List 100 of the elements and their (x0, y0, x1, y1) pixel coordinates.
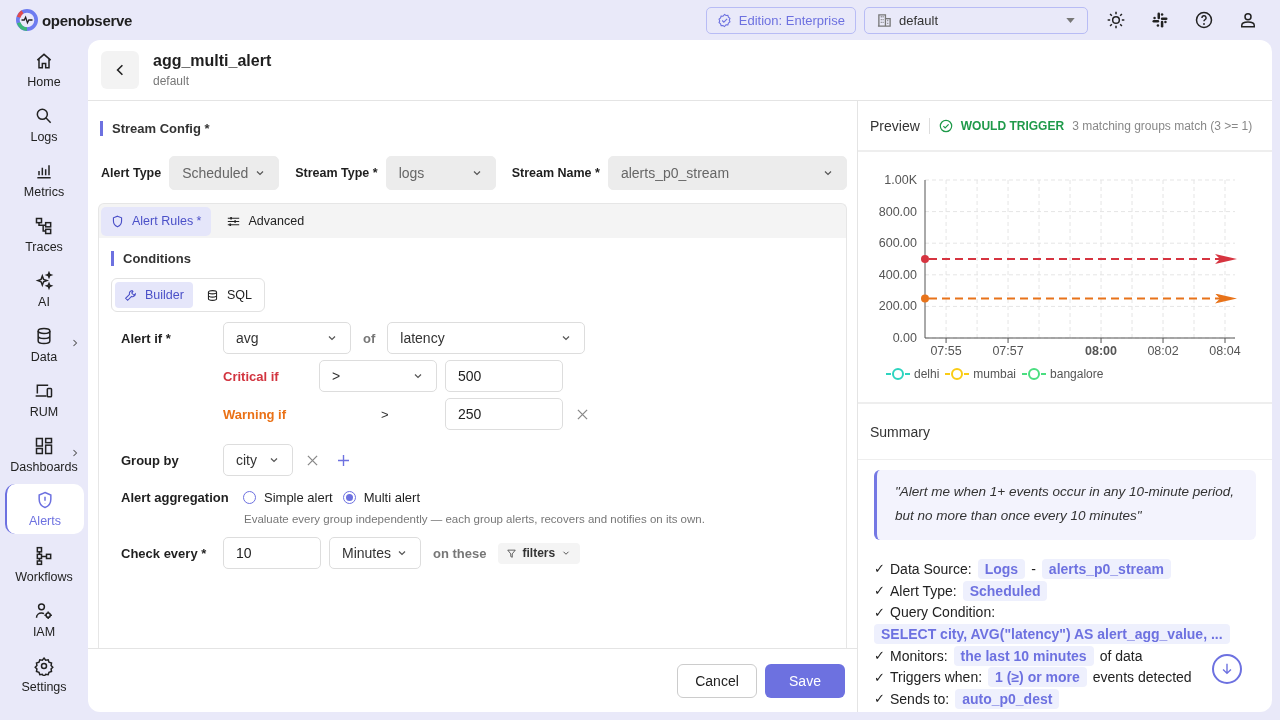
summary-text: Alert Type: (890, 582, 957, 599)
hash-grid-icon[interactable] (1150, 10, 1170, 30)
wrench-icon (124, 288, 137, 302)
threshold-start-marker (921, 255, 929, 263)
edition-badge[interactable]: Edition: Enterprise (705, 6, 856, 34)
sidebar-item[interactable]: Alerts (4, 484, 84, 534)
close-icon[interactable] (577, 408, 588, 420)
axis-tick-label: 800.00 (878, 204, 917, 219)
filter-icon (507, 548, 517, 558)
field-label: Alert if * (121, 330, 171, 346)
check-mark: ✓ (874, 583, 884, 599)
select-field[interactable]: avg (223, 322, 351, 354)
connector-text: of (362, 330, 377, 346)
save-button[interactable]: Save (765, 663, 845, 698)
operator-select[interactable]: > (319, 360, 437, 392)
summary-chip: 1 (≥) or more (988, 667, 1087, 688)
user-gear-icon (34, 600, 54, 621)
summary-chip: Scheduled (962, 580, 1048, 601)
organization-select[interactable]: default (864, 6, 1088, 34)
threshold-input[interactable]: 250 (445, 398, 563, 430)
panel-title: Preview (870, 117, 920, 134)
operator-text: > (380, 406, 390, 422)
unit-select[interactable]: Minutes (329, 537, 421, 569)
sidebar-item[interactable]: Logs (4, 97, 84, 152)
chevron-left-icon (116, 64, 124, 76)
database-icon (205, 288, 219, 302)
legend-label[interactable]: mumbai (973, 367, 1017, 381)
select-field[interactable]: city (223, 444, 293, 476)
settings-icon (34, 655, 54, 676)
summary-text: Query Condition: (890, 604, 996, 621)
cancel-button[interactable]: Cancel (677, 663, 757, 698)
sidebar-item[interactable]: Home (4, 42, 84, 97)
legend-label[interactable]: delhi (914, 367, 940, 381)
field-label: Alert aggregation (121, 490, 229, 505)
sidebar-item[interactable]: Workflows (4, 537, 84, 592)
sidebar-item[interactable]: Data (4, 317, 84, 372)
sidebar-item[interactable]: Traces (4, 207, 84, 262)
mode-toggle[interactable]: Builder (115, 282, 193, 308)
summary-chip: auto_p0_dest (955, 688, 1060, 709)
sun-icon[interactable] (1106, 10, 1126, 30)
axis-tick-label: 08:00 (1085, 344, 1118, 358)
dashboard-grid-icon (34, 435, 54, 456)
tab[interactable]: Alert Rules * (101, 206, 212, 236)
database-icon (34, 325, 54, 346)
field-label: Stream Name * (511, 166, 600, 180)
flow-diagram-icon (34, 545, 54, 566)
axis-tick-label: 400.00 (878, 267, 917, 282)
section-title: Conditions (111, 250, 191, 266)
summary-text: Data Source: (890, 560, 972, 577)
threshold-start-marker (921, 294, 929, 303)
mode-toggle[interactable]: SQL (196, 282, 261, 308)
scroll-down-button[interactable] (1212, 654, 1242, 684)
hint-text: Evaluate every group independently — each group alerts, recovers and notifies on its own. (244, 513, 706, 525)
summary-chip: SELECT city, AVG("latency") AS alert_agg_value, ... (874, 623, 1230, 644)
field-label: Alert Type (101, 166, 162, 180)
add-icon[interactable] (338, 454, 349, 466)
radio-label[interactable]: Multi alert (363, 490, 420, 505)
close-icon[interactable] (307, 454, 318, 466)
sidebar-item[interactable]: Metrics (4, 152, 84, 207)
check-mark: ✓ (874, 669, 884, 685)
legend-label[interactable]: bangalore (1050, 367, 1104, 381)
radio-label[interactable]: Simple alert (264, 490, 333, 505)
threshold-label: Critical if (223, 368, 280, 384)
summary-quote: "Alert me when 1+ events occur in any 10-minute period, but no more than once every 10 minutes" (874, 470, 1256, 540)
interval-input[interactable]: 10 (223, 537, 321, 569)
sidebar-item[interactable]: IAM (4, 592, 84, 647)
shield-icon (111, 214, 124, 228)
check-mark: ✓ (874, 604, 884, 620)
threshold-label: Warning if (223, 406, 288, 422)
select-field[interactable]: latency (387, 322, 586, 354)
help-icon[interactable] (1194, 10, 1214, 30)
page-title: agg_multi_alert (153, 52, 272, 70)
sparkle-icon (34, 270, 54, 291)
user-icon[interactable] (1238, 10, 1258, 30)
summary-text: Sends to: (890, 690, 950, 707)
tab[interactable]: Advanced (217, 206, 315, 236)
threshold-input[interactable]: 500 (445, 360, 563, 392)
sidebar-item[interactable]: AI (4, 262, 84, 317)
verified-badge-icon (716, 12, 732, 28)
shield-alert-icon (35, 490, 55, 510)
field-label: Check every * (121, 545, 207, 561)
sidebar-item[interactable]: Settings (4, 647, 84, 702)
summary-text: of data (1099, 647, 1143, 664)
summary-chip: Logs (977, 558, 1026, 579)
axis-tick-label: 1.00K (884, 173, 917, 187)
section-title: Stream Config * (100, 121, 210, 136)
connector-text: on these (432, 545, 488, 561)
status-detail: 3 matching groups match (3 >= 1) (1072, 118, 1253, 133)
summary-text: - (1031, 560, 1036, 577)
building-icon (877, 12, 892, 28)
axis-tick-label: 600.00 (878, 236, 917, 251)
axis-tick-label: 08:02 (1147, 344, 1179, 358)
page-subtitle: default (153, 74, 191, 88)
axis-tick-label: 200.00 (878, 299, 917, 314)
sidebar-item[interactable]: Dashboards (4, 427, 84, 482)
sidebar-item[interactable]: RUM (4, 372, 84, 427)
hierarchy-icon (34, 215, 54, 236)
check-circle-icon (938, 118, 953, 133)
filters-dropdown[interactable]: filters (498, 542, 581, 564)
status-text: WOULD TRIGGER (960, 118, 1065, 133)
